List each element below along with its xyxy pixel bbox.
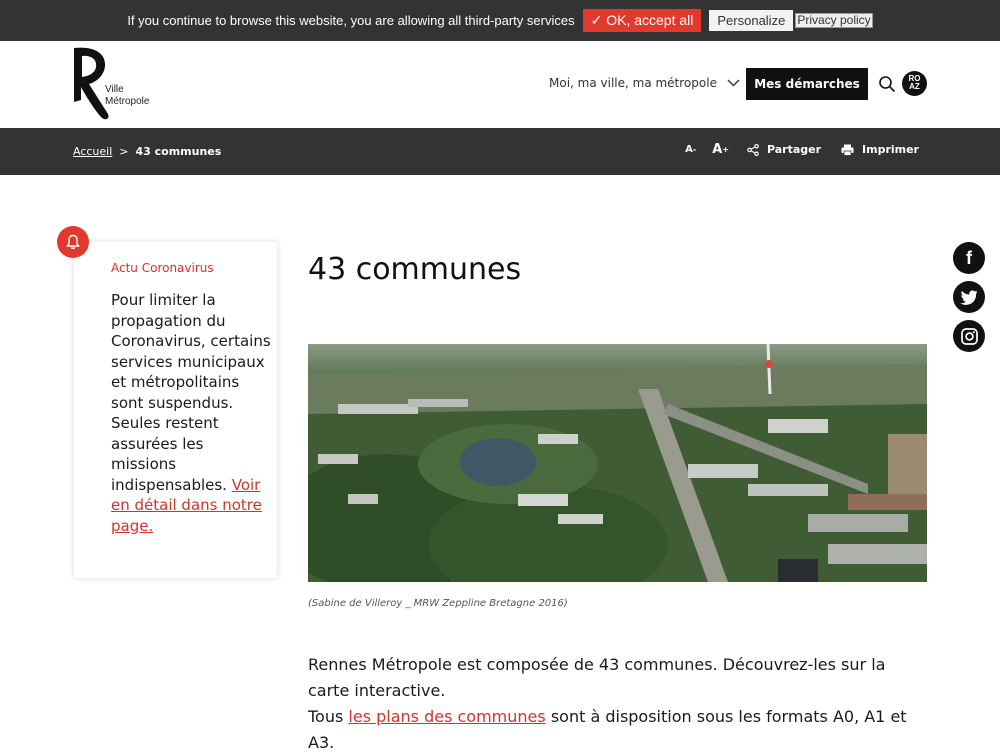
bell-icon <box>66 234 80 249</box>
cookie-banner: If you continue to browse this website, … <box>0 0 1000 41</box>
breadcrumb-bar: Accueil > 43 communes A- A + Partager Imp… <box>0 128 1000 175</box>
instagram-icon <box>960 327 978 345</box>
alert-title: Actu Coronavirus <box>111 261 214 275</box>
coronavirus-alert-card: Actu Coronavirus Pour limiter la propaga… <box>74 242 277 578</box>
hero-aerial-photo <box>308 344 927 582</box>
cookie-text: If you continue to browse this website, … <box>127 13 575 28</box>
breadcrumb-current: 43 communes <box>135 145 222 158</box>
breadcrumb-home-link[interactable]: Accueil <box>73 145 112 158</box>
printer-icon <box>841 144 854 156</box>
alert-body: Pour limiter la propagation du Coronavir… <box>111 290 271 536</box>
site-logo[interactable]: Ville Métropole <box>72 46 182 121</box>
facebook-icon: f <box>966 247 972 268</box>
breadcrumb: Accueil > 43 communes <box>73 145 221 158</box>
search-icon[interactable] <box>878 75 896 93</box>
logo-r-icon <box>74 47 109 120</box>
print-label: Imprimer <box>862 143 919 156</box>
share-button[interactable]: Partager <box>747 143 821 156</box>
share-icon <box>747 143 759 156</box>
font-increase-sup: + <box>722 145 729 154</box>
privacy-policy-button[interactable]: Privacy policy <box>795 13 873 28</box>
intro-line2: Tous les plans des communes sont à dispo… <box>308 704 928 756</box>
font-increase-label: A <box>712 142 723 157</box>
font-decrease-button[interactable]: A- <box>685 144 696 155</box>
mes-demarches-button[interactable]: Mes démarches <box>746 68 868 100</box>
twitter-button[interactable] <box>953 281 985 313</box>
alert-bell-badge <box>57 226 89 258</box>
photo-caption: (Sabine de Villeroy _ MRW Zeppline Breta… <box>308 598 568 609</box>
page-title: 43 communes <box>308 252 522 287</box>
intro-paragraph: Rennes Métropole est composée de 43 comm… <box>308 652 928 756</box>
chevron-down-icon <box>727 79 740 87</box>
instagram-button[interactable] <box>953 320 985 352</box>
logo-text: Ville Métropole <box>105 84 149 108</box>
logo-line-ville: Ville <box>105 84 124 95</box>
nav-menu-toggle[interactable]: Moi, ma ville, ma métropole <box>549 76 740 90</box>
page-tools: A- A + Partager Imprimer <box>685 142 919 157</box>
logo-line-metropole: Métropole <box>105 96 150 107</box>
breadcrumb-separator: > <box>119 145 129 158</box>
font-decrease-label: A <box>685 144 693 155</box>
plans-communes-link[interactable]: les plans des communes <box>348 707 545 726</box>
roaz-button[interactable]: RO AZ <box>902 71 927 96</box>
personalize-button[interactable]: Personalize <box>709 10 794 31</box>
intro-prefix: Tous <box>308 707 349 726</box>
twitter-icon <box>960 290 978 305</box>
intro-line1: Rennes Métropole est composée de 43 comm… <box>308 655 886 700</box>
font-decrease-sup: - <box>692 145 697 154</box>
roaz-line2: AZ <box>909 82 920 91</box>
alert-body-text: Pour limiter la propagation du Coronavir… <box>111 291 271 494</box>
aerial-photo-illustration <box>308 344 927 582</box>
font-increase-button[interactable]: A + <box>712 142 729 157</box>
share-label: Partager <box>766 143 822 156</box>
site-header: Ville Métropole Moi, ma ville, ma métrop… <box>0 41 1000 128</box>
facebook-button[interactable]: f <box>953 242 985 274</box>
nav-menu-label: Moi, ma ville, ma métropole <box>549 76 717 90</box>
print-button[interactable]: Imprimer <box>841 143 919 156</box>
accept-all-button[interactable]: ✓ OK, accept all <box>582 9 702 32</box>
